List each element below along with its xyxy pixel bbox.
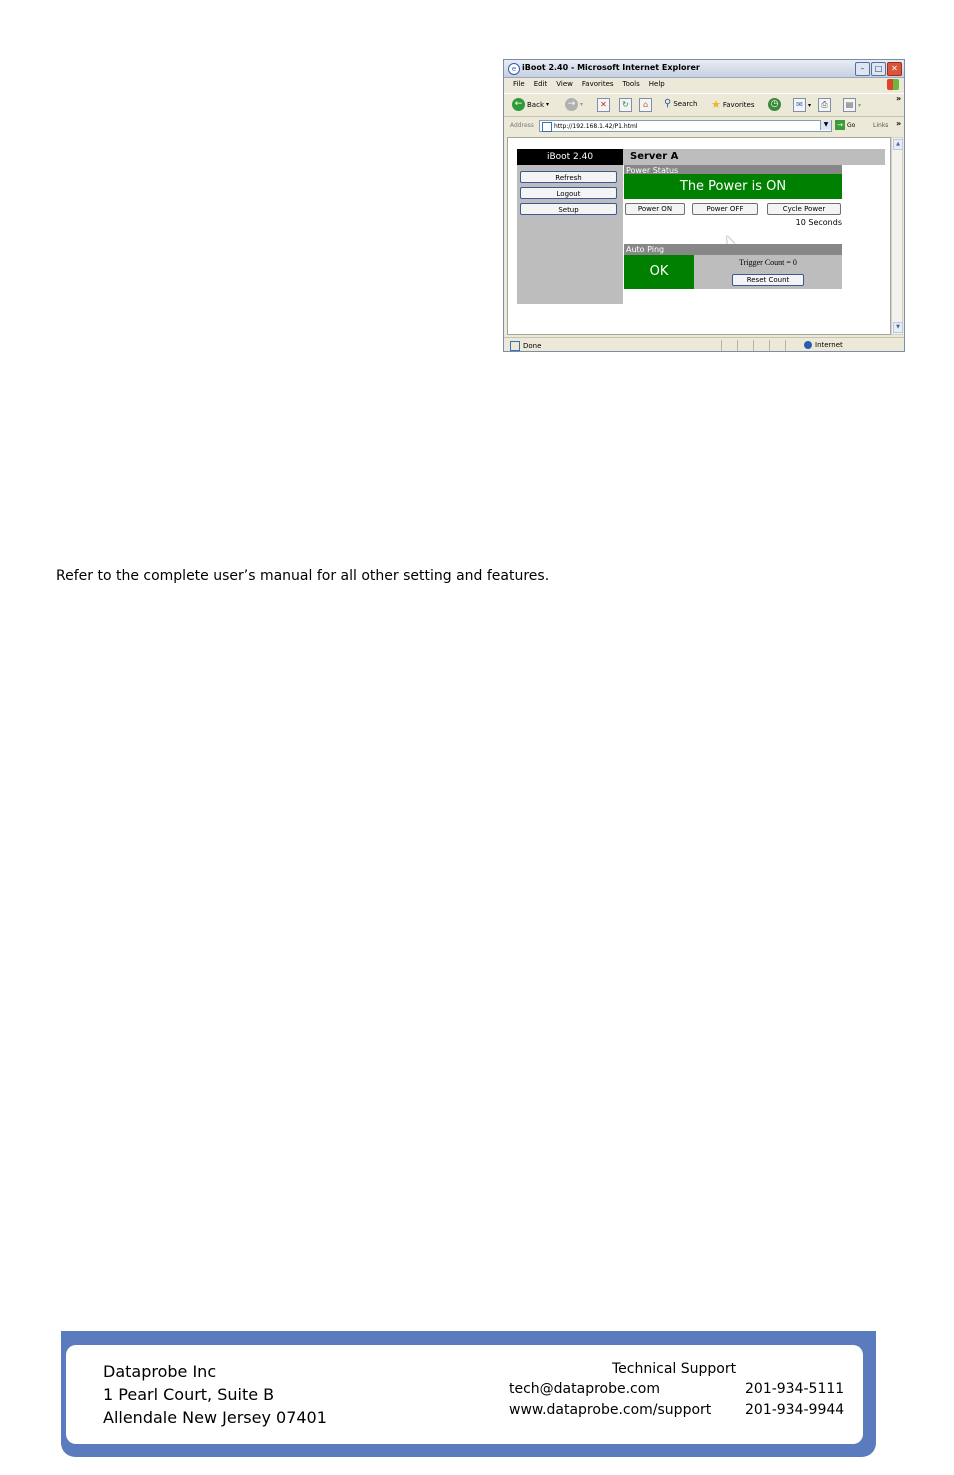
status-divider [753, 340, 754, 351]
search-icon: ⚲ [664, 98, 672, 109]
favorites-button[interactable]: ★ Favorites [711, 98, 755, 111]
edit-icon: ▤ [843, 98, 856, 112]
zone-text: Internet [815, 341, 843, 349]
logout-button[interactable]: Logout [520, 187, 617, 199]
go-arrow-icon: → [835, 120, 845, 130]
history-icon: ◷ [768, 98, 781, 111]
ie-logo-icon: e [508, 63, 520, 75]
home-button[interactable]: ⌂ [639, 98, 652, 112]
street-address: 1 Pearl Court, Suite B [103, 1385, 275, 1404]
company-name: Dataprobe Inc [103, 1362, 217, 1381]
toolbar: ← Back ▾ → ▾ ✕ ↻ ⌂ ⚲ Search ★ Favorites … [504, 93, 904, 117]
auto-ping-header: Auto Ping [624, 244, 842, 255]
minimize-icon[interactable]: – [855, 62, 870, 76]
iboot-header: iBoot 2.40 [517, 149, 623, 165]
mail-button[interactable]: ✉ ▾ [793, 98, 811, 112]
dropdown-arrow-icon: ▾ [858, 101, 862, 109]
power-off-button[interactable]: Power OFF [692, 203, 758, 215]
maximize-icon[interactable]: □ [871, 62, 886, 76]
dropdown-arrow-icon: ▾ [546, 101, 550, 108]
status-divider [769, 340, 770, 351]
cycle-time: 10 Seconds [795, 218, 842, 227]
stop-icon: ✕ [597, 98, 610, 112]
city-state-zip: Allendale New Jersey 07401 [103, 1408, 327, 1427]
support-url: www.dataprobe.com/support [509, 1402, 712, 1418]
page-done-icon [510, 341, 520, 351]
refresh-button[interactable]: Refresh [520, 171, 617, 183]
forward-button[interactable]: → ▾ [565, 98, 583, 111]
support-email: tech@dataprobe.com [509, 1381, 660, 1397]
menu-help[interactable]: Help [649, 78, 665, 91]
address-bar: Address http://192.168.1.42/P1.html ▼ → … [504, 118, 904, 134]
go-button[interactable]: → Go [835, 120, 855, 130]
address-input[interactable]: http://192.168.1.42/P1.html [539, 120, 832, 132]
menu-bar: File Edit View Favorites Tools Help [504, 78, 904, 91]
status-divider [721, 340, 722, 351]
back-arrow-icon: ← [512, 98, 525, 111]
mail-icon: ✉ [793, 98, 806, 112]
status-done: Done [510, 341, 541, 351]
auto-ping-panel: OK Trigger Count = 0 Reset Count [624, 255, 842, 289]
page-icon [542, 122, 552, 132]
search-label: Search [673, 99, 698, 108]
power-status-banner: The Power is ON [624, 174, 842, 199]
support-phone-2: 201-934-9944 [745, 1402, 845, 1418]
scroll-up-icon[interactable]: ▲ [893, 139, 903, 150]
status-text: Done [523, 342, 542, 350]
close-icon[interactable]: ✕ [887, 62, 902, 76]
forward-arrow-icon: → [565, 98, 578, 111]
windows-logo-icon [887, 79, 899, 90]
status-divider [785, 340, 786, 351]
edit-button[interactable]: ▤ ▾ [843, 98, 861, 112]
security-zone: Internet [804, 341, 843, 349]
print-icon: ⎙ [818, 98, 831, 112]
menu-favorites[interactable]: Favorites [582, 78, 614, 91]
reset-count-button[interactable]: Reset Count [732, 274, 804, 286]
menu-tools[interactable]: Tools [623, 78, 640, 91]
links-chevron-icon[interactable]: » [896, 119, 901, 128]
back-button[interactable]: ← Back ▾ [512, 98, 549, 111]
status-bar: Done Internet [504, 337, 904, 351]
history-button[interactable]: ◷ [768, 98, 781, 111]
power-on-button[interactable]: Power ON [625, 203, 685, 215]
print-button[interactable]: ⎙ [818, 98, 831, 112]
company-address: Dataprobe Inc 1 Pearl Court, Suite B All… [103, 1360, 327, 1429]
browser-window: e iBoot 2.40 - Microsoft Internet Explor… [503, 59, 905, 352]
status-divider [737, 340, 738, 351]
globe-icon [804, 341, 812, 349]
support-phone-1: 201-934-5111 [745, 1381, 845, 1397]
scroll-down-icon[interactable]: ▼ [893, 322, 903, 333]
vertical-scrollbar[interactable]: ▲ ▼ [891, 137, 903, 335]
stop-button[interactable]: ✕ [597, 98, 610, 112]
links-button[interactable]: Links [873, 122, 888, 129]
refresh-toolbar-button[interactable]: ↻ [619, 98, 632, 112]
menu-file[interactable]: File [513, 78, 525, 91]
window-title: iBoot 2.40 - Microsoft Internet Explorer [522, 63, 700, 72]
support-title: Technical Support [612, 1361, 737, 1377]
dropdown-arrow-icon: ▾ [808, 101, 812, 109]
refresh-icon: ↻ [619, 98, 632, 112]
menu-edit[interactable]: Edit [534, 78, 548, 91]
address-dropdown-icon[interactable]: ▼ [820, 120, 831, 130]
ping-status: OK [624, 255, 694, 289]
window-controls: – □ ✕ [855, 62, 902, 76]
search-button[interactable]: ⚲ Search [664, 98, 697, 109]
address-url: http://192.168.1.42/P1.html [554, 123, 638, 130]
menu-view[interactable]: View [556, 78, 573, 91]
title-bar: e iBoot 2.40 - Microsoft Internet Explor… [504, 60, 904, 78]
manual-reference-note: Refer to the complete user’s manual for … [56, 568, 550, 584]
sidebar: Refresh Logout Setup [517, 165, 623, 304]
page-viewport: iBoot 2.40 Server A Refresh Logout Setup… [507, 137, 891, 335]
address-label: Address [510, 122, 534, 129]
favorites-label: Favorites [722, 100, 755, 109]
cycle-power-button[interactable]: Cycle Power [767, 203, 841, 215]
setup-button[interactable]: Setup [520, 203, 617, 215]
star-icon: ★ [711, 98, 721, 111]
dropdown-arrow-icon: ▾ [580, 101, 584, 108]
go-label: Go [847, 121, 856, 129]
server-name: Server A [623, 149, 885, 165]
back-label: Back [527, 100, 544, 109]
home-icon: ⌂ [639, 98, 652, 112]
trigger-count: Trigger Count = 0 [739, 258, 797, 267]
